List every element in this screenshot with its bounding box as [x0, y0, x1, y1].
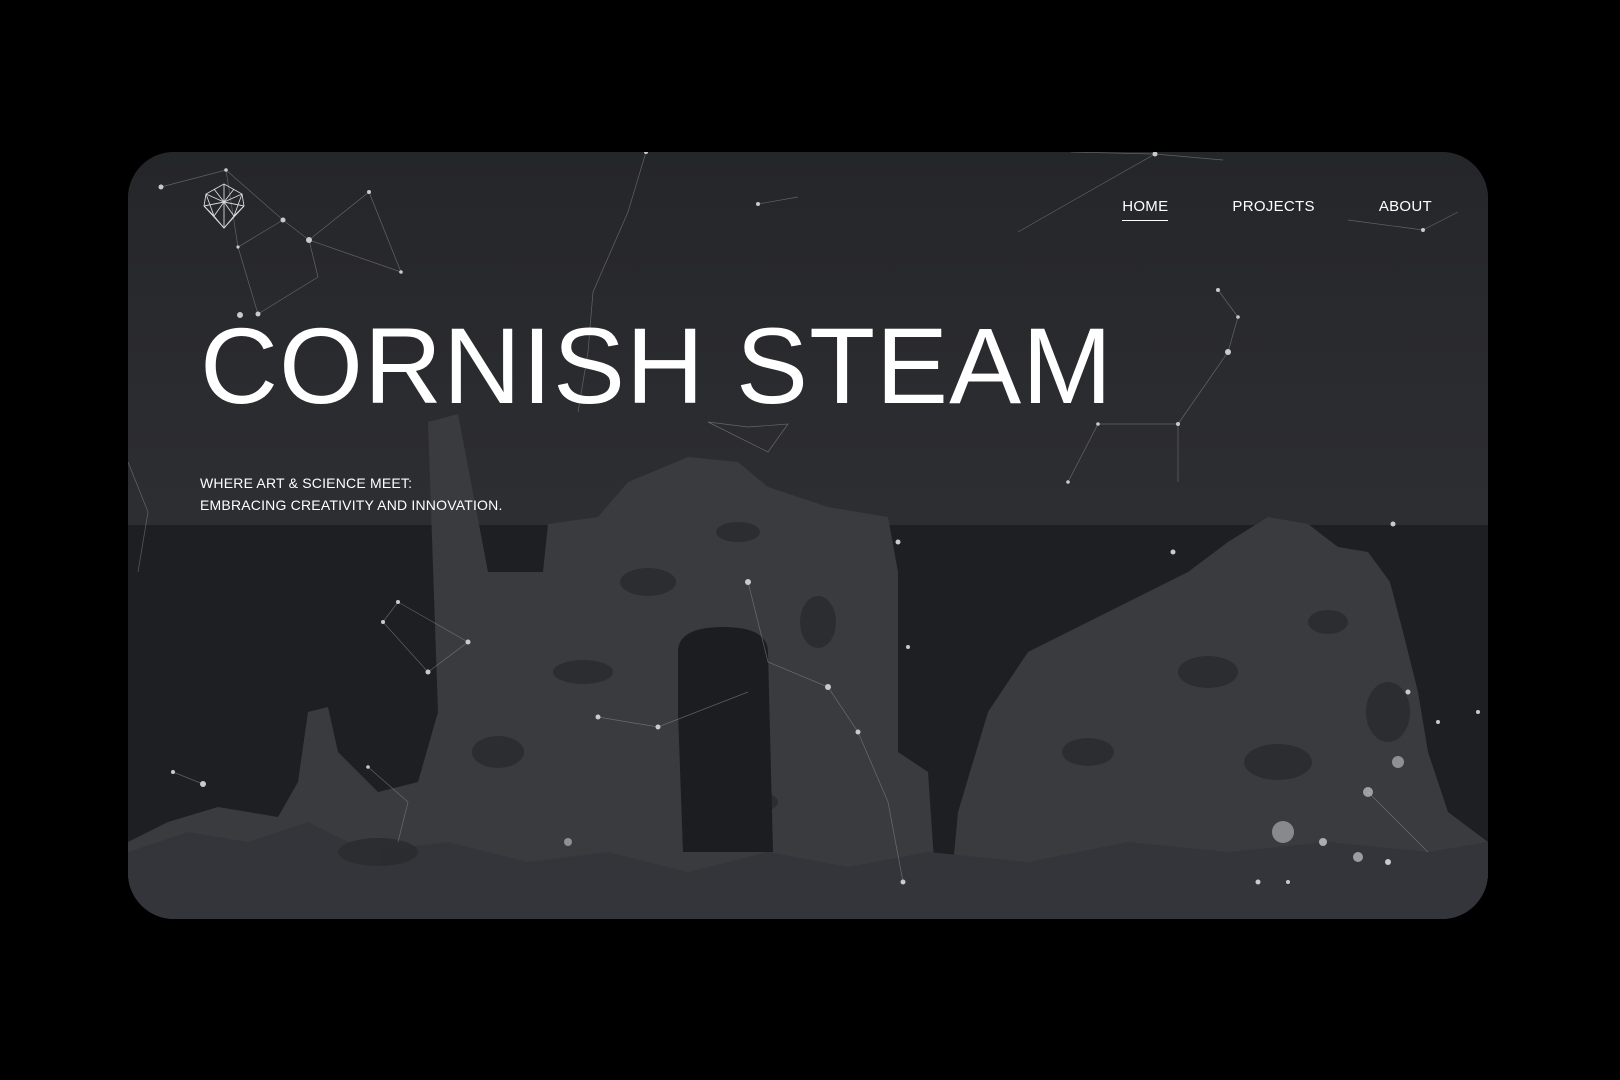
- main-nav: HOME PROJECTS ABOUT: [1122, 198, 1432, 221]
- ruins-constellation-background: [128, 152, 1488, 919]
- hero-tagline: WHERE ART & SCIENCE MEET: EMBRACING CREA…: [200, 472, 503, 516]
- ruin-archway: [678, 627, 773, 852]
- tagline-line-2: EMBRACING CREATIVITY AND INNOVATION.: [200, 497, 503, 513]
- tagline-line-1: WHERE ART & SCIENCE MEET:: [200, 475, 413, 491]
- hero-title: CORNISH STEAM: [200, 305, 1114, 426]
- geodesic-diamond-logo-icon[interactable]: [198, 180, 250, 232]
- page-stage: HOME PROJECTS ABOUT CORNISH STEAM WHERE …: [0, 0, 1620, 1080]
- nav-projects-link[interactable]: PROJECTS: [1232, 198, 1314, 219]
- nav-about-link[interactable]: ABOUT: [1379, 198, 1432, 219]
- hero-frame: HOME PROJECTS ABOUT CORNISH STEAM WHERE …: [128, 152, 1488, 919]
- nav-home-link[interactable]: HOME: [1122, 198, 1169, 221]
